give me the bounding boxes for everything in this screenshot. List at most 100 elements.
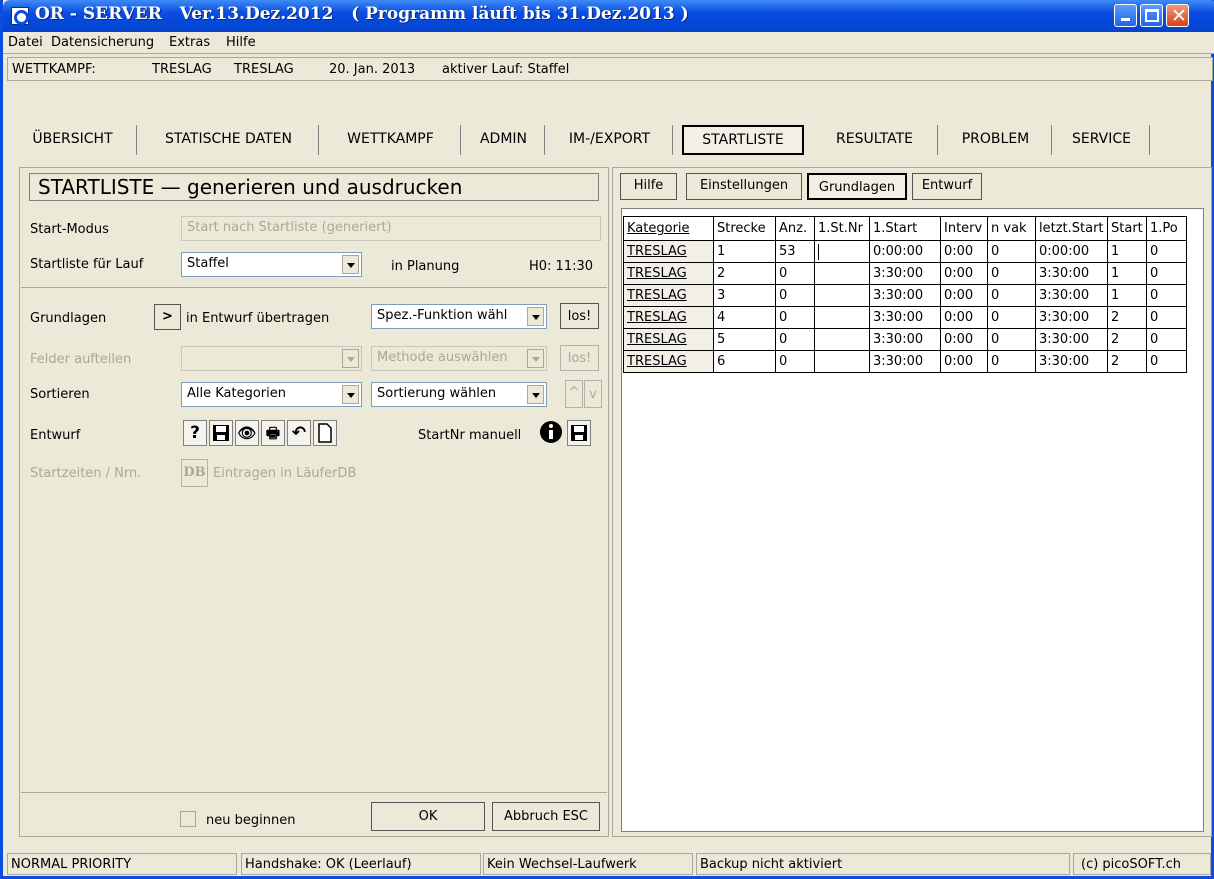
row-start[interactable]: 2 xyxy=(1107,306,1147,329)
row-kategorie[interactable]: TRESLAG xyxy=(623,306,714,329)
spez-funktion-select[interactable]: Spez.-Funktion wähl xyxy=(371,304,547,329)
col-1-start[interactable]: 1.Start xyxy=(869,216,941,241)
row-1-st-nr[interactable] xyxy=(814,306,870,329)
table-row[interactable]: TRESLAG 4 0 3:30:00 0:00 0 3:30:00 2 0 xyxy=(623,306,1187,329)
col-1-po[interactable]: 1.Po xyxy=(1146,216,1187,241)
row-strecke[interactable]: 3 xyxy=(713,284,776,307)
row-1-po[interactable]: 0 xyxy=(1146,284,1187,307)
minimize-button[interactable] xyxy=(1114,4,1137,27)
col-n-vak[interactable]: n vak xyxy=(987,216,1036,241)
einstellungen-button[interactable]: Einstellungen xyxy=(686,173,802,200)
tab-admin[interactable]: ADMIN xyxy=(463,125,545,155)
chevron-down-icon[interactable] xyxy=(342,385,359,404)
row-letzt-start[interactable]: 3:30:00 xyxy=(1035,350,1108,373)
table-row[interactable]: TRESLAG 2 0 3:30:00 0:00 0 3:30:00 1 0 xyxy=(623,262,1187,285)
row-anz[interactable]: 0 xyxy=(775,350,815,373)
row-1-po[interactable]: 0 xyxy=(1146,328,1187,351)
row-anz[interactable]: 0 xyxy=(775,306,815,329)
info-icon[interactable] xyxy=(539,420,563,446)
tab-problem[interactable]: PROBLEM xyxy=(940,125,1052,155)
menu-extras[interactable]: Extras xyxy=(169,35,210,50)
row-1-start[interactable]: 3:30:00 xyxy=(869,306,941,329)
row-interv[interactable]: 0:00 xyxy=(940,350,988,373)
chevron-down-icon[interactable] xyxy=(527,307,544,326)
neu-beginnen-checkbox[interactable] xyxy=(180,811,196,827)
row-letzt-start[interactable]: 0:00:00 xyxy=(1035,240,1108,263)
col-interv[interactable]: Interv xyxy=(940,216,988,241)
row-1-st-nr[interactable] xyxy=(814,328,870,351)
los-button[interactable]: los! xyxy=(560,303,599,329)
row-kategorie[interactable]: TRESLAG xyxy=(623,262,714,285)
row-1-st-nr[interactable] xyxy=(814,240,870,263)
col-start[interactable]: Start xyxy=(1107,216,1147,241)
lauf-select[interactable]: Staffel xyxy=(181,252,362,277)
hilfe-button[interactable]: Hilfe xyxy=(620,173,677,200)
row-kategorie[interactable]: TRESLAG xyxy=(623,284,714,307)
save-startnr-icon[interactable] xyxy=(567,420,591,446)
preview-icon[interactable]: 👁 xyxy=(235,420,259,446)
row-1-start[interactable]: 3:30:00 xyxy=(869,350,941,373)
app-icon[interactable] xyxy=(11,7,29,25)
col-kategorie[interactable]: Kategorie xyxy=(623,216,714,241)
row-interv[interactable]: 0:00 xyxy=(940,306,988,329)
kategorien-select[interactable]: Alle Kategorien xyxy=(181,382,362,407)
row-1-start[interactable]: 3:30:00 xyxy=(869,328,941,351)
chevron-down-icon[interactable] xyxy=(527,385,544,404)
row-interv[interactable]: 0:00 xyxy=(940,284,988,307)
col-strecke[interactable]: Strecke xyxy=(713,216,776,241)
row-start[interactable]: 1 xyxy=(1107,240,1147,263)
ok-button[interactable]: OK xyxy=(371,802,485,831)
row-1-start[interactable]: 3:30:00 xyxy=(869,262,941,285)
row-anz[interactable]: 53 xyxy=(775,240,815,263)
entwurf-button[interactable]: Entwurf xyxy=(912,173,982,200)
tab-startliste[interactable]: STARTLISTE xyxy=(682,125,804,155)
row-1-st-nr[interactable] xyxy=(814,350,870,373)
row-letzt-start[interactable]: 3:30:00 xyxy=(1035,328,1108,351)
row-interv[interactable]: 0:00 xyxy=(940,262,988,285)
row-anz[interactable]: 0 xyxy=(775,328,815,351)
row-1-po[interactable]: 0 xyxy=(1146,306,1187,329)
row-n-vak[interactable]: 0 xyxy=(987,350,1036,373)
row-letzt-start[interactable]: 3:30:00 xyxy=(1035,284,1108,307)
tab-uebersicht[interactable]: ÜBERSICHT xyxy=(9,125,137,155)
save-icon[interactable] xyxy=(209,420,233,446)
row-start[interactable]: 2 xyxy=(1107,328,1147,351)
row-n-vak[interactable]: 0 xyxy=(987,328,1036,351)
tab-resultate[interactable]: RESULTATE xyxy=(812,125,938,155)
tab-statische-daten[interactable]: STATISCHE DATEN xyxy=(139,125,319,155)
table-row[interactable]: TRESLAG 6 0 3:30:00 0:00 0 3:30:00 2 0 xyxy=(623,350,1187,373)
row-strecke[interactable]: 6 xyxy=(713,350,776,373)
chevron-down-icon[interactable] xyxy=(342,255,359,274)
abbruch-button[interactable]: Abbruch ESC xyxy=(492,802,600,831)
col-1-st-nr[interactable]: 1.St.Nr xyxy=(814,216,870,241)
table-row[interactable]: TRESLAG 3 0 3:30:00 0:00 0 3:30:00 1 0 xyxy=(623,284,1187,307)
tab-wettkampf[interactable]: WETTKAMPF xyxy=(321,125,461,155)
row-strecke[interactable]: 4 xyxy=(713,306,776,329)
menu-hilfe[interactable]: Hilfe xyxy=(226,35,256,50)
row-strecke[interactable]: 2 xyxy=(713,262,776,285)
row-n-vak[interactable]: 0 xyxy=(987,284,1036,307)
print-icon[interactable]: 🖶 xyxy=(261,420,285,446)
help-icon[interactable]: ? xyxy=(183,420,207,446)
row-interv[interactable]: 0:00 xyxy=(940,240,988,263)
row-kategorie[interactable]: TRESLAG xyxy=(623,350,714,373)
col-letzt-start[interactable]: letzt.Start xyxy=(1035,216,1108,241)
tab-service[interactable]: SERVICE xyxy=(1054,125,1150,155)
close-button[interactable]: ✕ xyxy=(1166,4,1189,27)
transfer-button[interactable]: > xyxy=(154,304,181,330)
row-start[interactable]: 1 xyxy=(1107,284,1147,307)
row-start[interactable]: 1 xyxy=(1107,262,1147,285)
row-1-po[interactable]: 0 xyxy=(1146,240,1187,263)
menu-datei[interactable]: Datei xyxy=(8,35,43,50)
row-interv[interactable]: 0:00 xyxy=(940,328,988,351)
row-1-st-nr[interactable] xyxy=(814,262,870,285)
table-row[interactable]: TRESLAG 5 0 3:30:00 0:00 0 3:30:00 2 0 xyxy=(623,328,1187,351)
sortierung-select[interactable]: Sortierung wählen xyxy=(371,382,547,407)
grundlagen-button[interactable]: Grundlagen xyxy=(807,173,907,200)
row-anz[interactable]: 0 xyxy=(775,262,815,285)
row-anz[interactable]: 0 xyxy=(775,284,815,307)
row-kategorie[interactable]: TRESLAG xyxy=(623,240,714,263)
col-anz[interactable]: Anz. xyxy=(775,216,815,241)
row-letzt-start[interactable]: 3:30:00 xyxy=(1035,262,1108,285)
row-n-vak[interactable]: 0 xyxy=(987,240,1036,263)
